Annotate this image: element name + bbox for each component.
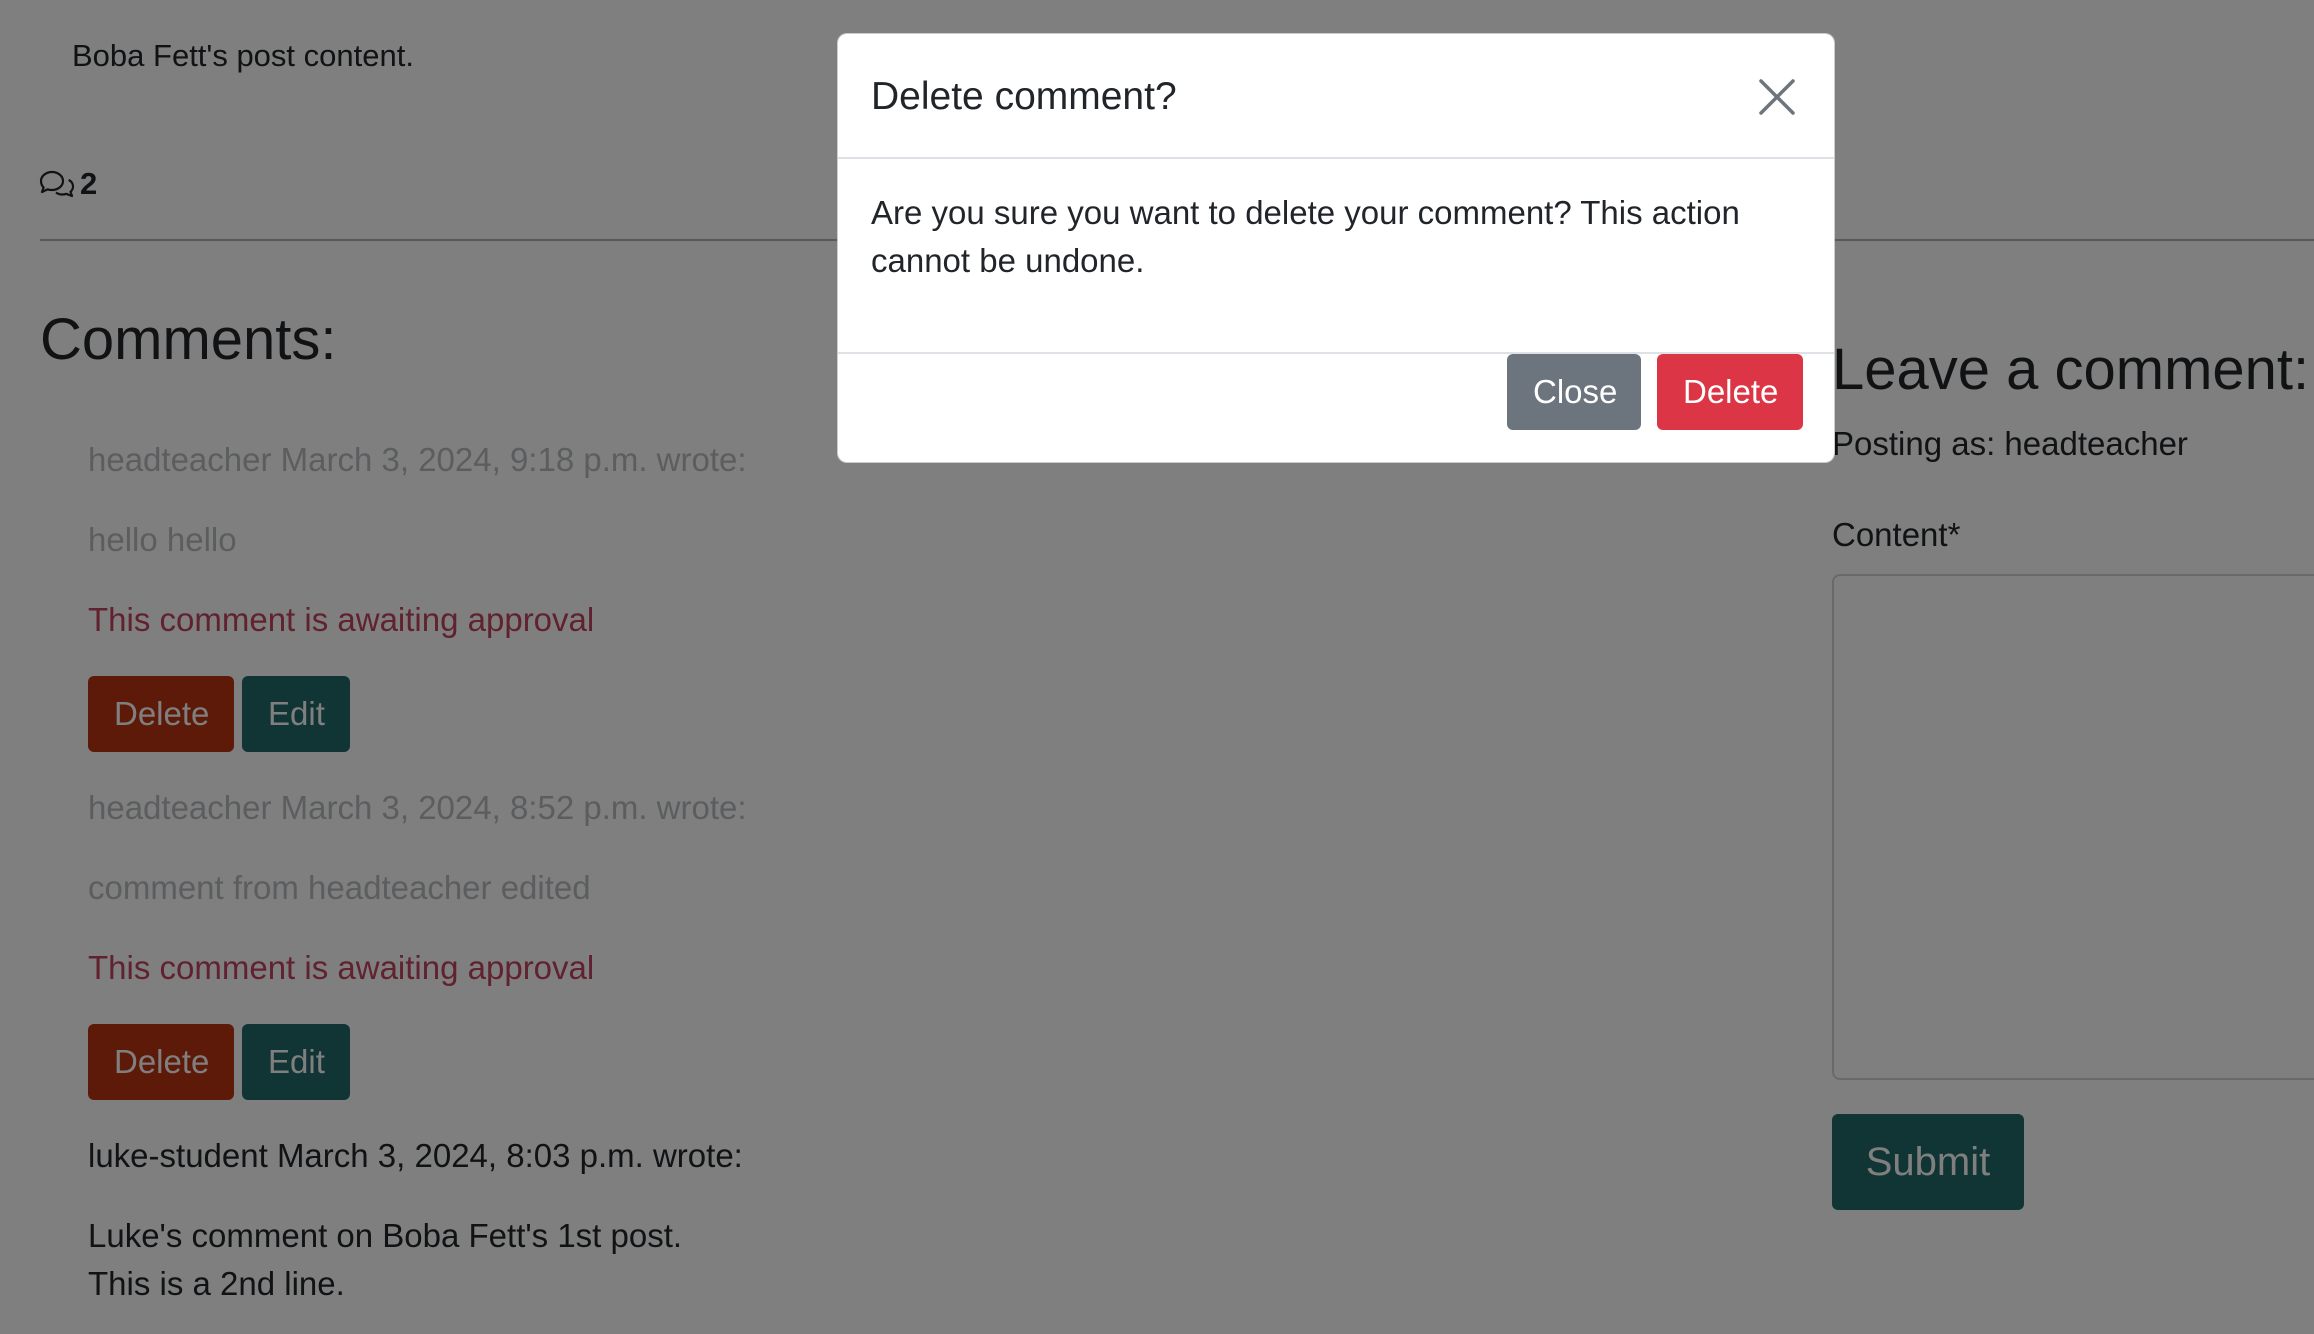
modal-header: Delete comment? xyxy=(838,34,1834,159)
modal-delete-button[interactable]: Delete xyxy=(1657,354,1803,430)
modal-body: Are you sure you want to delete your com… xyxy=(838,159,1834,354)
close-icon xyxy=(1752,72,1802,122)
delete-comment-modal: Delete comment? Are you sure you want to… xyxy=(837,33,1835,463)
modal-title: Delete comment? xyxy=(871,75,1177,118)
modal-close-action-button[interactable]: Close xyxy=(1507,354,1641,430)
modal-body-text: Are you sure you want to delete your com… xyxy=(871,194,1740,279)
modal-close-button[interactable] xyxy=(1752,72,1802,122)
